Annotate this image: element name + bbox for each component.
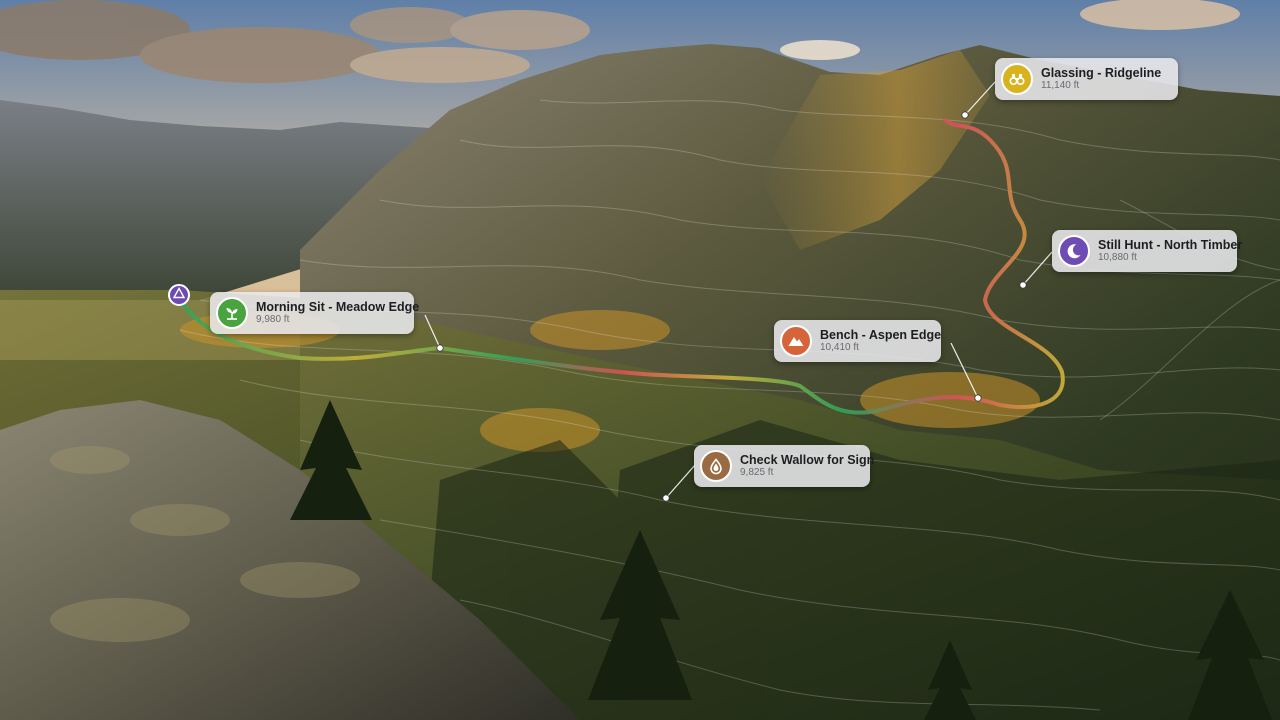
crescent-moon-icon [1058,235,1090,267]
plant-sprout-icon [216,297,248,329]
waypoint-elevation: 10,880 ft [1098,252,1137,264]
waypoint-bench-aspen-edge[interactable]: Bench - Aspen Edge 10,410 ft [774,320,941,362]
waypoint-elevation: 9,980 ft [256,314,290,326]
waypoint-still-hunt-north-timber[interactable]: Still Hunt - North Timber 10,880 ft [1052,230,1242,272]
waypoint-morning-sit-meadow-edge[interactable]: Morning Sit - Meadow Edge 9,980 ft [210,292,419,334]
waypoint-name: Glassing - Ridgeline [1041,66,1162,81]
waypoint-name: Check Wallow for Sign [740,453,875,468]
waypoint-name: Bench - Aspen Edge [820,328,942,343]
waypoint-elevation: 9,825 ft [740,467,774,479]
waypoint-glassing-ridgeline[interactable]: Glassing - Ridgeline 11,140 ft [995,58,1178,100]
mountain-icon [780,325,812,357]
water-drop-icon [700,450,732,482]
terrain-scene [0,0,1280,720]
waypoint-name: Still Hunt - North Timber [1098,238,1243,253]
waypoint-check-wallow-for-sign[interactable]: Check Wallow for Sign 9,825 ft [694,445,874,487]
waypoint-name: Morning Sit - Meadow Edge [256,300,420,315]
waypoint-elevation: 11,140 ft [1041,80,1080,92]
waypoint-elevation: 10,410 ft [820,342,859,354]
triangle-outline-icon [172,286,186,304]
start-marker[interactable] [168,284,190,306]
binoculars-icon [1001,63,1033,95]
